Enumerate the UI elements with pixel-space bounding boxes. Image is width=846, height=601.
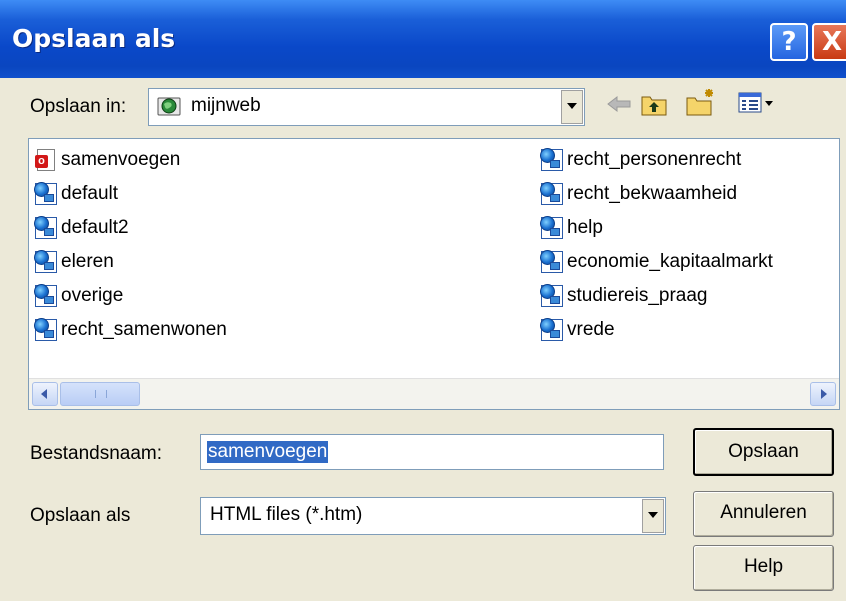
- file-name: samenvoegen: [61, 149, 181, 170]
- web-page-icon: [33, 283, 59, 309]
- new-folder-icon[interactable]: [685, 87, 717, 122]
- horizontal-scrollbar[interactable]: [29, 378, 839, 409]
- file-name: help: [567, 217, 603, 238]
- file-list[interactable]: o samenvoegen default default2 eleren ov…: [28, 138, 840, 410]
- file-name: recht_samenwonen: [61, 319, 227, 340]
- web-page-icon: [539, 181, 565, 207]
- save-button[interactable]: Opslaan: [693, 428, 834, 476]
- up-one-level-icon[interactable]: [640, 91, 668, 122]
- back-arrow-icon[interactable]: [606, 94, 632, 119]
- list-item[interactable]: overige: [33, 281, 123, 311]
- word-doc-icon: o: [33, 147, 59, 173]
- file-name: eleren: [61, 251, 114, 272]
- save-as-dialog: Opslaan als ? X Opslaan in: mijnweb o sa…: [0, 0, 846, 601]
- help-button-label: Help: [743, 556, 784, 577]
- web-page-icon: [33, 181, 59, 207]
- view-menu-icon[interactable]: [738, 91, 780, 120]
- file-name: default: [61, 183, 119, 204]
- file-name: default2: [61, 217, 129, 238]
- file-name: studiereis_praag: [567, 285, 708, 306]
- save-button-label: Opslaan: [728, 441, 799, 462]
- filetype-dropdown[interactable]: HTML files (*.htm): [200, 497, 666, 535]
- close-button[interactable]: X: [812, 23, 846, 61]
- web-page-icon: [33, 317, 59, 343]
- filetype-value: HTML files (*.htm): [210, 504, 363, 525]
- file-name: recht_bekwaamheid: [567, 183, 738, 204]
- list-item[interactable]: default2: [33, 213, 129, 243]
- list-item[interactable]: eleren: [33, 247, 114, 277]
- list-item[interactable]: recht_samenwonen: [33, 315, 227, 345]
- web-page-icon: [33, 215, 59, 241]
- list-item[interactable]: recht_bekwaamheid: [539, 179, 737, 209]
- web-page-icon: [33, 249, 59, 275]
- save-in-dropdown[interactable]: mijnweb: [148, 88, 585, 126]
- file-name: overige: [61, 285, 124, 306]
- list-item[interactable]: vrede: [539, 315, 615, 345]
- scroll-right-icon[interactable]: [810, 382, 836, 406]
- cancel-button[interactable]: Annuleren: [693, 491, 834, 537]
- web-page-icon: [539, 283, 565, 309]
- list-item[interactable]: recht_personenrecht: [539, 145, 741, 175]
- list-item[interactable]: default: [33, 179, 118, 209]
- list-item[interactable]: help: [539, 213, 603, 243]
- dialog-title: Opslaan als: [12, 24, 176, 53]
- file-name: vrede: [567, 319, 615, 340]
- web-folder-icon: [157, 96, 181, 116]
- list-item[interactable]: o samenvoegen: [33, 145, 180, 175]
- chevron-down-icon[interactable]: [642, 499, 664, 533]
- help-button[interactable]: Help: [693, 545, 834, 591]
- scroll-left-icon[interactable]: [32, 382, 58, 406]
- web-page-icon: [539, 317, 565, 343]
- help-title-button[interactable]: ?: [770, 23, 808, 61]
- filename-label: Bestandsnaam:: [30, 443, 163, 464]
- title-bar[interactable]: Opslaan als ? X: [0, 0, 846, 78]
- chevron-down-icon[interactable]: [561, 90, 583, 124]
- list-item[interactable]: economie_kapitaalmarkt: [539, 247, 773, 277]
- filename-value: samenvoegen: [207, 441, 329, 463]
- web-page-icon: [539, 147, 565, 173]
- list-item[interactable]: studiereis_praag: [539, 281, 707, 311]
- filetype-label: Opslaan als: [30, 505, 131, 526]
- filename-input[interactable]: samenvoegen: [200, 434, 664, 470]
- save-in-value: mijnweb: [191, 95, 261, 116]
- save-in-label: Opslaan in:: [30, 96, 127, 117]
- scrollbar-thumb[interactable]: [60, 382, 140, 406]
- cancel-button-label: Annuleren: [720, 502, 807, 523]
- file-name: recht_personenrecht: [567, 149, 742, 170]
- file-name: economie_kapitaalmarkt: [567, 251, 773, 272]
- web-page-icon: [539, 215, 565, 241]
- web-page-icon: [539, 249, 565, 275]
